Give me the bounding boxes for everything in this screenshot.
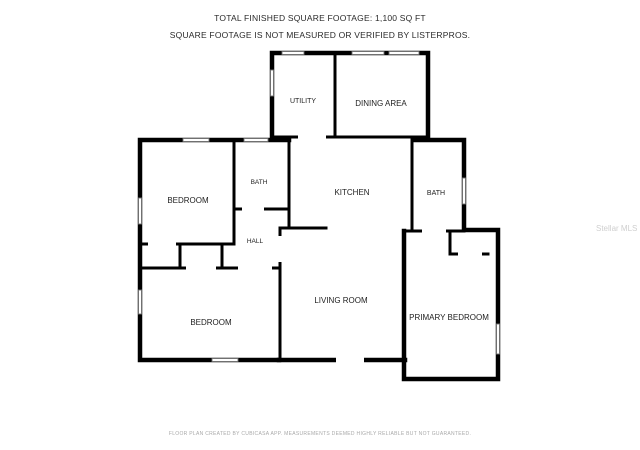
room-label-bath-left: BATH <box>251 179 268 186</box>
room-label-hall: HALL <box>247 238 264 245</box>
room-label-bedroom-bottom: BEDROOM <box>190 318 232 327</box>
room-label-kitchen: KITCHEN <box>334 188 369 197</box>
room-label-bath-right: BATH <box>427 190 445 197</box>
room-label-utility: UTILITY <box>290 98 316 105</box>
room-label-bedroom-top: BEDROOM <box>167 196 209 205</box>
exterior-walls <box>137 50 501 382</box>
room-label-living-room: LIVING ROOM <box>314 296 368 305</box>
room-label-primary-bedroom: PRIMARY BEDROOM <box>409 313 489 322</box>
floor-plan-credit: FLOOR PLAN CREATED BY CUBICASA APP. MEAS… <box>168 431 472 437</box>
room-label-dining-area: DINING AREA <box>355 99 407 108</box>
room-labels: UTILITY DINING AREA BEDROOM BATH KITCHEN… <box>167 98 489 327</box>
floor-plan: UTILITY DINING AREA BEDROOM BATH KITCHEN… <box>137 50 501 382</box>
watermark: Stellar MLS <box>596 224 638 233</box>
